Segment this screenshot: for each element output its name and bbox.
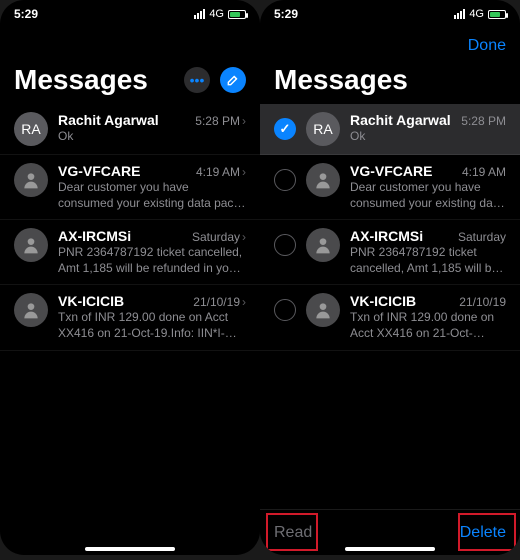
read-button[interactable]: Read (274, 524, 312, 542)
message-time: 5:28 PM› (195, 114, 246, 128)
status-bar: 5:29 4G (260, 0, 520, 28)
compose-button[interactable] (220, 67, 246, 93)
select-checkbox[interactable] (274, 234, 296, 256)
message-preview: Ok (58, 129, 246, 145)
person-icon (313, 300, 333, 320)
status-right: 4G (454, 8, 506, 20)
status-bar: 5:29 4G (0, 0, 260, 28)
avatar (306, 163, 340, 197)
message-row[interactable]: VK-ICICIB 21/10/19› Txn of INR 129.00 do… (0, 285, 260, 350)
chevron-right-icon: › (242, 165, 246, 179)
nav-bar: Done (260, 28, 520, 64)
chevron-right-icon: › (242, 230, 246, 244)
message-preview: Dear customer you have consumed your exi… (58, 180, 246, 211)
avatar: RA (306, 112, 340, 146)
delete-button[interactable]: Delete (460, 524, 506, 542)
sender-name: VG-VFCARE (58, 163, 140, 179)
home-indicator[interactable] (85, 547, 175, 551)
person-icon (21, 300, 41, 320)
battery-icon (488, 10, 506, 19)
avatar: RA (14, 112, 48, 146)
message-preview: Txn of INR 129.00 done on Acct XX416 on … (58, 310, 246, 341)
done-button[interactable]: Done (468, 37, 506, 55)
avatar (306, 293, 340, 327)
messages-app-edit: 5:29 4G Done Messages ✓ RA Rachit Agarwa… (260, 0, 520, 555)
status-time: 5:29 (14, 7, 38, 21)
message-list-edit[interactable]: ✓ RA Rachit Agarwal 5:28 PM Ok VG-VFCARE… (260, 104, 520, 509)
header-actions: ••• (184, 67, 246, 93)
message-preview: Ok (350, 129, 506, 145)
message-preview: Dear customer you have consumed your exi… (350, 180, 506, 211)
message-row[interactable]: AX-IRCMSi Saturday PNR 2364787192 ticket… (260, 220, 520, 285)
select-checkbox[interactable]: ✓ (274, 118, 296, 140)
message-time: 21/10/19› (193, 295, 246, 309)
network-label: 4G (469, 8, 484, 20)
select-checkbox[interactable] (274, 299, 296, 321)
more-button[interactable]: ••• (184, 67, 210, 93)
ellipsis-icon: ••• (190, 72, 205, 88)
chevron-right-icon: › (242, 114, 246, 128)
message-row[interactable]: VG-VFCARE 4:19 AM› Dear customer you hav… (0, 155, 260, 220)
message-row[interactable]: AX-IRCMSi Saturday› PNR 2364787192 ticke… (0, 220, 260, 285)
message-preview: PNR 2364787192 ticket cancelled, Amt 1,1… (58, 245, 246, 276)
person-icon (313, 235, 333, 255)
avatar (14, 228, 48, 262)
message-time: 4:19 AM (462, 165, 506, 179)
sender-name: Rachit Agarwal (58, 112, 159, 128)
nav-bar (0, 28, 260, 64)
message-row[interactable]: ✓ RA Rachit Agarwal 5:28 PM Ok (260, 104, 520, 155)
person-icon (21, 170, 41, 190)
message-row[interactable]: VG-VFCARE 4:19 AM Dear customer you have… (260, 155, 520, 220)
message-preview: Txn of INR 129.00 done on Acct XX416 on … (350, 310, 506, 341)
page-title: Messages (274, 64, 408, 96)
avatar (306, 228, 340, 262)
network-label: 4G (209, 8, 224, 20)
signal-icon (194, 9, 205, 19)
sender-name: Rachit Agarwal (350, 112, 451, 128)
select-checkbox[interactable] (274, 169, 296, 191)
messages-app-normal: 5:29 4G Messages ••• RA Rachit Agarwal 5… (0, 0, 260, 555)
sender-name: AX-IRCMSi (350, 228, 423, 244)
message-list[interactable]: RA Rachit Agarwal 5:28 PM› Ok VG-VFCARE … (0, 104, 260, 555)
sender-name: VK-ICICIB (58, 293, 124, 309)
sender-name: VG-VFCARE (350, 163, 432, 179)
signal-icon (454, 9, 465, 19)
status-right: 4G (194, 8, 246, 20)
message-time: 21/10/19 (459, 295, 506, 309)
message-time: 5:28 PM (461, 114, 506, 128)
message-time: 4:19 AM› (196, 165, 246, 179)
avatar (14, 163, 48, 197)
compose-icon (226, 73, 240, 87)
person-icon (21, 235, 41, 255)
battery-icon (228, 10, 246, 19)
person-icon (313, 170, 333, 190)
messages-header: Messages (260, 64, 520, 104)
avatar (14, 293, 48, 327)
status-time: 5:29 (274, 7, 298, 21)
message-time: Saturday (458, 230, 506, 244)
sender-name: AX-IRCMSi (58, 228, 131, 244)
home-indicator[interactable] (345, 547, 435, 551)
chevron-right-icon: › (242, 295, 246, 309)
check-icon: ✓ (280, 121, 291, 137)
message-row[interactable]: VK-ICICIB 21/10/19 Txn of INR 129.00 don… (260, 285, 520, 350)
sender-name: VK-ICICIB (350, 293, 416, 309)
page-title: Messages (14, 64, 148, 96)
message-preview: PNR 2364787192 ticket cancelled, Amt 1,1… (350, 245, 506, 276)
messages-header: Messages ••• (0, 64, 260, 104)
message-time: Saturday› (192, 230, 246, 244)
message-row[interactable]: RA Rachit Agarwal 5:28 PM› Ok (0, 104, 260, 155)
